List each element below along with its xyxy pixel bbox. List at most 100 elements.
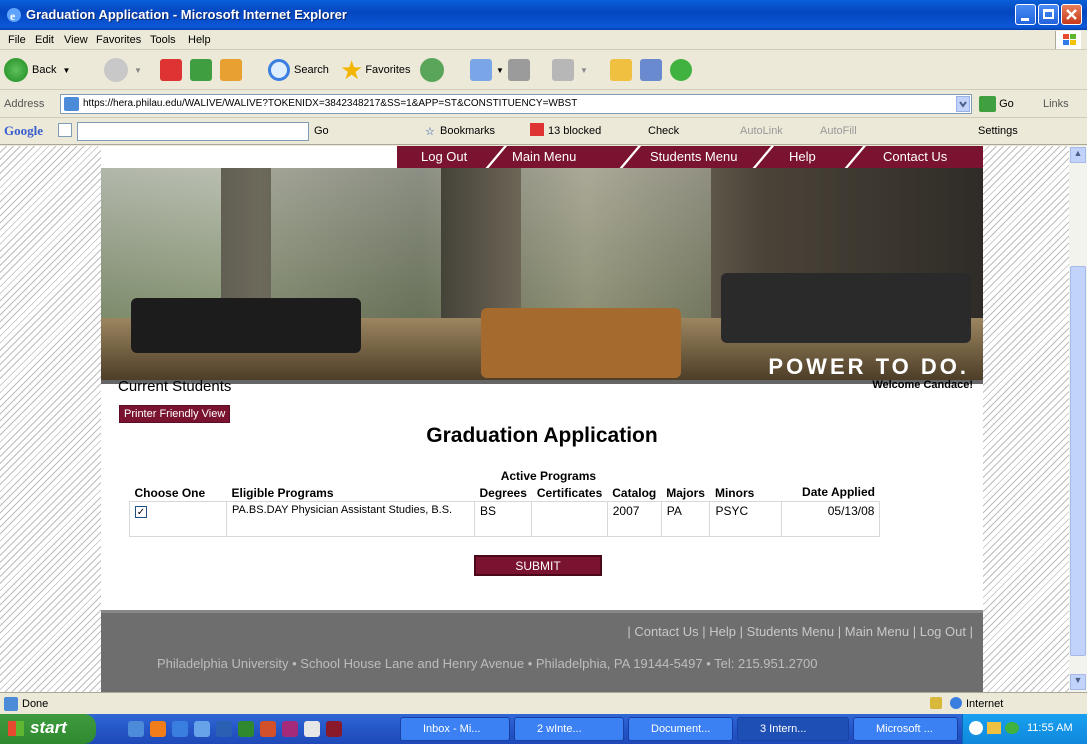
start-button[interactable]: start — [0, 714, 96, 744]
go-button[interactable]: Go — [979, 96, 1014, 112]
system-tray: 11:55 AM — [962, 714, 1087, 744]
scroll-up-arrow-icon[interactable]: ▲ — [1070, 147, 1086, 163]
footer-students-menu[interactable]: Students Menu — [747, 624, 834, 639]
app-quicklaunch-icon[interactable] — [326, 721, 342, 737]
word-quicklaunch-icon[interactable] — [216, 721, 232, 737]
messenger-button[interactable] — [670, 56, 692, 84]
folder-button[interactable] — [610, 56, 632, 84]
task-document[interactable]: Document... — [628, 717, 733, 741]
autolink-button[interactable]: AutoLink — [740, 125, 783, 137]
footer-contact-us[interactable]: Contact Us — [634, 624, 698, 639]
tray-arrow-icon[interactable] — [969, 721, 983, 735]
publisher-quicklaunch-icon[interactable] — [282, 721, 298, 737]
links-button[interactable]: Links — [1043, 98, 1069, 110]
program-catalog: 2007 — [606, 501, 662, 537]
window-title: Graduation Application - Microsoft Inter… — [26, 7, 347, 22]
edit-button[interactable]: ▼ — [552, 56, 588, 84]
address-dropdown[interactable] — [956, 96, 970, 112]
google-go-button[interactable]: Go — [314, 125, 329, 137]
scroll-down-arrow-icon[interactable]: ▼ — [1070, 674, 1086, 690]
google-g-icon[interactable] — [58, 123, 72, 137]
autofill-button[interactable]: AutoFill — [820, 125, 857, 137]
mail-icon — [470, 59, 492, 81]
settings-button[interactable]: Settings — [978, 125, 1018, 137]
tray-messenger-icon[interactable] — [1005, 722, 1019, 734]
excel-quicklaunch-icon[interactable] — [238, 721, 254, 737]
research-button[interactable] — [640, 56, 662, 84]
menu-view[interactable]: View — [64, 34, 88, 46]
media-quicklaunch-icon[interactable] — [304, 721, 320, 737]
footer-address: Philadelphia University • School House L… — [157, 656, 818, 671]
submit-button[interactable]: SUBMIT — [474, 555, 602, 576]
menu-edit[interactable]: Edit — [35, 34, 54, 46]
windows-flag-icon — [1055, 31, 1081, 49]
programs-table: Active Programs Choose One Eligible Prog… — [129, 468, 881, 537]
chevron-down-icon: ▼ — [134, 65, 142, 75]
footer-log-out[interactable]: Log Out — [920, 624, 966, 639]
printer-friendly-button[interactable]: Printer Friendly View — [119, 405, 231, 423]
folder-icon — [610, 59, 632, 81]
col-majors: Majors — [666, 486, 705, 500]
clock: 11:55 AM — [1027, 722, 1073, 734]
print-button[interactable] — [508, 56, 530, 84]
tray-mail-icon[interactable] — [987, 722, 1001, 734]
banner-window — [271, 168, 441, 318]
home-icon — [220, 59, 242, 81]
blocked-count[interactable]: 13 blocked — [548, 125, 601, 137]
footer-help[interactable]: Help — [709, 624, 736, 639]
scrollbar-thumb[interactable] — [1070, 266, 1086, 656]
nav-log-out[interactable]: Log Out — [421, 149, 467, 164]
favorites-button[interactable]: ★ Favorites — [340, 56, 411, 84]
minimize-button[interactable] — [1015, 4, 1036, 25]
spellcheck-button[interactable]: Check — [648, 125, 679, 137]
stop-button[interactable] — [160, 56, 182, 84]
outlook-quicklaunch-icon[interactable] — [150, 721, 166, 737]
refresh-icon — [190, 59, 212, 81]
refresh-button[interactable] — [190, 56, 212, 84]
maximize-button[interactable] — [1038, 4, 1059, 25]
edit-icon — [552, 59, 574, 81]
forward-button[interactable]: ▼ — [104, 56, 142, 84]
menu-tools[interactable]: Tools — [150, 34, 176, 46]
welcome-message: Welcome Candace! — [872, 379, 973, 391]
ie-quicklaunch-icon[interactable] — [128, 721, 144, 737]
col-certificates: Certificates — [536, 486, 603, 500]
menu-file[interactable]: File — [8, 34, 26, 46]
menu-help[interactable]: Help — [188, 34, 211, 46]
close-button[interactable] — [1061, 4, 1082, 25]
active-programs-header: Active Programs — [500, 469, 597, 483]
powerpoint-quicklaunch-icon[interactable] — [260, 721, 276, 737]
back-button[interactable]: Back ▼ — [4, 56, 70, 84]
banner-window — [521, 168, 711, 318]
footer-divider: | — [702, 624, 706, 639]
menu-bar: File Edit View Favorites Tools Help — [0, 30, 1087, 50]
task-winte[interactable]: 2 wInte... — [514, 717, 624, 741]
task-inbox[interactable]: Inbox - Mi... — [400, 717, 510, 741]
footer-main-menu[interactable]: Main Menu — [845, 624, 909, 639]
messenger-icon — [670, 59, 692, 81]
home-button[interactable] — [220, 56, 242, 84]
history-button[interactable] — [420, 56, 444, 84]
task-internet-explorer[interactable]: 3 Intern... — [737, 717, 849, 741]
search-button[interactable]: Search — [268, 56, 329, 84]
forward-arrow-icon — [104, 58, 128, 82]
google-search-input[interactable] — [77, 122, 309, 141]
footer-divider: | — [912, 624, 917, 639]
address-input[interactable]: https://hera.philau.edu/WALIVE/WALIVE?TO… — [60, 94, 972, 114]
start-label: start — [30, 718, 67, 737]
task-microsoft[interactable]: Microsoft ... — [853, 717, 958, 741]
mail-button[interactable]: ▼ — [470, 56, 504, 84]
address-url: https://hera.philau.edu/WALIVE/WALIVE?TO… — [83, 98, 578, 109]
footer-links: | Contact Us | Help | Students Menu | Ma… — [627, 624, 973, 639]
nav-main-menu[interactable]: Main Menu — [512, 149, 576, 164]
nav-contact-us[interactable]: Contact Us — [883, 149, 947, 164]
menu-favorites[interactable]: Favorites — [96, 34, 141, 46]
bookmarks-button[interactable]: Bookmarks — [440, 125, 495, 137]
desktop-quicklaunch-icon[interactable] — [172, 721, 188, 737]
nav-help[interactable]: Help — [789, 149, 816, 164]
browser-quicklaunch-icon[interactable] — [194, 721, 210, 737]
nav-students-menu[interactable]: Students Menu — [650, 149, 737, 164]
vertical-scrollbar[interactable]: ▲ ▼ — [1069, 146, 1087, 692]
chevron-down-icon: ▼ — [496, 65, 504, 75]
program-checkbox[interactable]: ✓ — [135, 506, 147, 518]
